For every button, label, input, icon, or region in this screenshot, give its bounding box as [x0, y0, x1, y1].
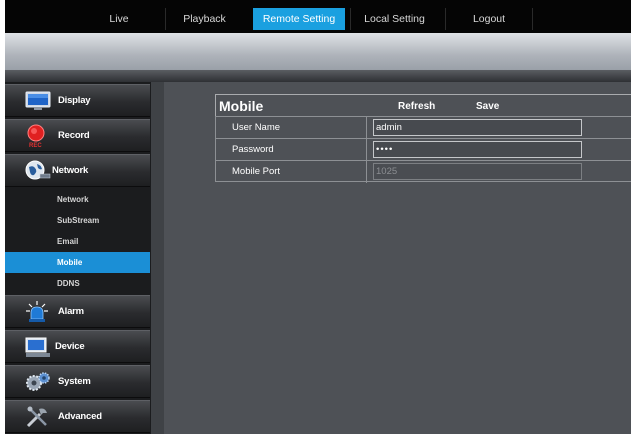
user-name-field[interactable] — [373, 119, 582, 136]
record-icon: REC — [27, 124, 45, 148]
system-gears-icon — [26, 372, 50, 391]
header-shadow-band — [5, 70, 631, 82]
sidebar-item-advanced[interactable]: Advanced — [5, 400, 150, 433]
sidebar-item-display[interactable]: Display — [5, 84, 150, 117]
sidebar-item-record[interactable]: REC Record — [5, 119, 150, 152]
svg-text:REC: REC — [29, 143, 42, 148]
sidebar-item-network[interactable]: Network — [5, 154, 150, 187]
save-button[interactable]: Save — [476, 101, 499, 112]
tab-logout[interactable]: Logout — [445, 8, 533, 30]
sidebar-item-alarm[interactable]: Alarm — [5, 295, 150, 328]
submenu-item-network[interactable]: Network — [5, 189, 150, 210]
tab-remote-setting[interactable]: Remote Setting — [253, 8, 345, 30]
row-divider — [366, 161, 367, 183]
form-row-password: Password — [215, 138, 631, 161]
sidebar-item-label: Network — [52, 165, 89, 176]
submenu-item-label: SubStream — [57, 216, 100, 225]
submenu-item-mobile[interactable]: Mobile — [5, 252, 150, 273]
submenu-item-label: Email — [57, 237, 79, 246]
page-title: Mobile — [219, 98, 264, 114]
tab-playback[interactable]: Playback — [165, 8, 243, 30]
header-band — [5, 33, 631, 70]
top-nav-bar: Live Playback Remote Setting Local Setti… — [5, 0, 631, 33]
submenu-item-ddns[interactable]: DDNS — [5, 273, 150, 294]
submenu-item-label: Network — [57, 195, 89, 204]
mobile-port-label: Mobile Port — [232, 166, 281, 177]
mobile-port-field[interactable] — [373, 163, 582, 180]
sidebar-item-label: Display — [58, 95, 91, 106]
row-divider — [366, 117, 367, 139]
refresh-button[interactable]: Refresh — [398, 101, 435, 112]
row-divider — [366, 139, 367, 161]
tab-local-setting[interactable]: Local Setting — [350, 8, 438, 30]
alarm-siren-icon — [26, 301, 48, 322]
submenu-item-email[interactable]: Email — [5, 231, 150, 252]
device-icon — [25, 337, 50, 357]
submenu-item-label: DDNS — [57, 279, 80, 288]
sidebar-item-label: Alarm — [58, 306, 84, 317]
form-row-mobile-port: Mobile Port — [215, 160, 631, 183]
password-label: Password — [232, 144, 274, 155]
network-globe-icon — [25, 160, 51, 180]
form-row-user-name: User Name — [215, 116, 631, 139]
sidebar-item-label: Advanced — [58, 411, 102, 422]
sidebar-item-device[interactable]: Device — [5, 330, 150, 363]
sidebar-item-label: Record — [58, 130, 90, 141]
sidebar-item-label: Device — [55, 341, 85, 352]
form-header: Mobile Refresh Save — [215, 94, 631, 116]
user-name-label: User Name — [232, 122, 281, 133]
password-field[interactable] — [373, 141, 582, 158]
mobile-settings-form: Mobile Refresh Save User Name Password M… — [215, 94, 631, 184]
sidebar: Display REC Record Network Network SubSt… — [5, 82, 151, 434]
main-panel-edge — [151, 82, 164, 434]
advanced-tools-icon — [26, 406, 47, 428]
sidebar-item-label: System — [58, 376, 91, 387]
submenu-item-label: Mobile — [57, 258, 83, 267]
tab-live[interactable]: Live — [80, 8, 158, 30]
submenu-item-substream[interactable]: SubStream — [5, 210, 150, 231]
monitor-icon — [25, 91, 51, 110]
sidebar-item-system[interactable]: System — [5, 365, 150, 398]
